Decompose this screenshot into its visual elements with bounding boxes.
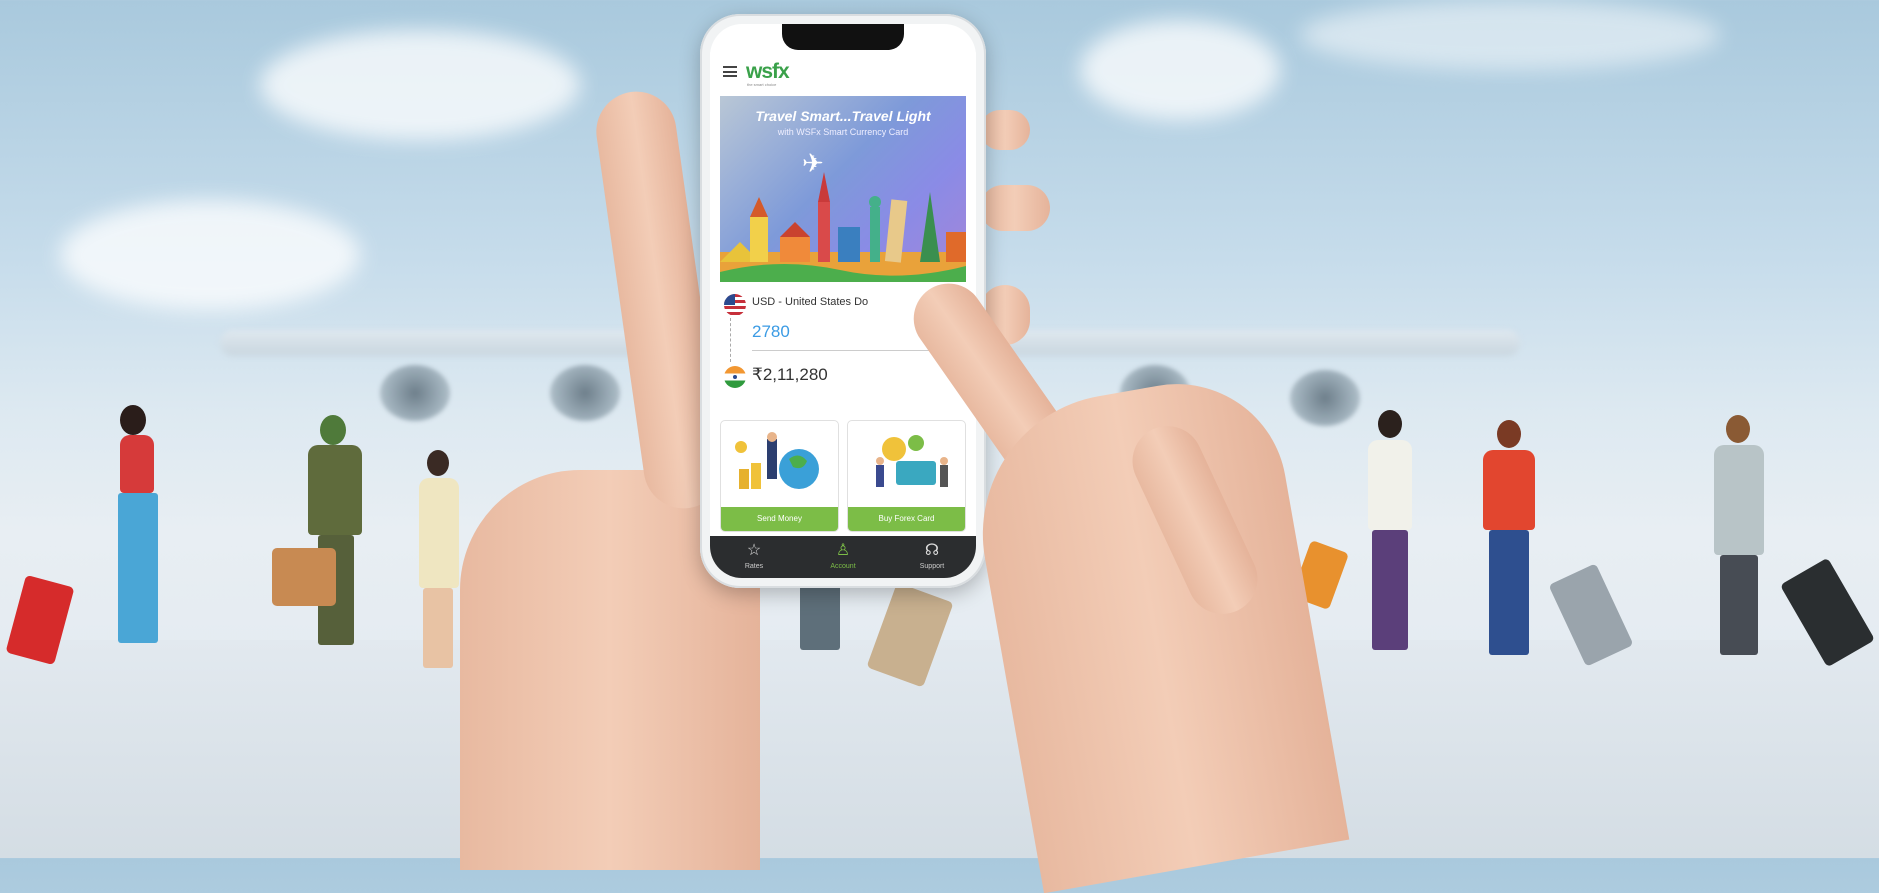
floor bbox=[0, 640, 1879, 858]
to-amount-value: ₹2,11,280 bbox=[752, 365, 828, 384]
banner-title: Travel Smart...Travel Light bbox=[755, 108, 931, 124]
user-icon: ♙ bbox=[835, 542, 851, 559]
nav-support[interactable]: ☊ Support bbox=[888, 536, 976, 578]
traveler-figure bbox=[1700, 415, 1780, 665]
cloud bbox=[1300, 0, 1720, 70]
nav-label: Support bbox=[919, 563, 945, 570]
from-amount-input[interactable]: 2780 bbox=[752, 322, 790, 342]
nav-label: Rates bbox=[744, 563, 764, 570]
send-money-illustration bbox=[735, 432, 819, 489]
bottom-navigation: ☆ Rates ♙ Account ☊ Support bbox=[710, 536, 976, 578]
cloud bbox=[1080, 20, 1280, 120]
nav-rates[interactable]: ☆ Rates bbox=[710, 536, 798, 578]
us-flag-icon bbox=[724, 294, 746, 316]
phone-notch bbox=[782, 24, 904, 50]
hamburger-menu-icon[interactable] bbox=[723, 66, 737, 77]
traveler-figure bbox=[1350, 410, 1430, 660]
buy-forex-illustration bbox=[876, 435, 948, 487]
headset-icon: ☊ bbox=[924, 542, 940, 559]
suitcase bbox=[272, 548, 336, 606]
buy-forex-card[interactable]: Buy Forex Card bbox=[847, 420, 966, 532]
landmarks-skyline-illustration bbox=[720, 172, 966, 282]
cloud bbox=[60, 200, 360, 310]
nav-account[interactable]: ♙ Account bbox=[799, 536, 887, 578]
traveler-figure bbox=[290, 415, 380, 655]
holding-hand-finger bbox=[980, 110, 1030, 150]
nav-label: Account bbox=[830, 563, 856, 570]
airplane-engine bbox=[550, 365, 620, 421]
app-header: wsfx the smart choice bbox=[710, 52, 976, 92]
buy-forex-card-button[interactable]: Buy Forex Card bbox=[848, 507, 965, 531]
logo-tagline: the smart choice bbox=[747, 82, 777, 87]
banner-subtitle: with WSFx Smart Currency Card bbox=[777, 127, 909, 137]
wsfx-logo: wsfx bbox=[746, 60, 790, 83]
star-icon: ☆ bbox=[746, 542, 762, 559]
india-flag-icon bbox=[724, 366, 746, 388]
airplane-engine bbox=[380, 365, 450, 421]
traveler-figure bbox=[790, 580, 850, 650]
connector-line bbox=[730, 318, 732, 362]
service-cards: Send Money Buy Forex Card bbox=[720, 420, 966, 532]
traveler-figure bbox=[1465, 420, 1555, 660]
send-money-card[interactable]: Send Money bbox=[720, 420, 839, 532]
traveler-figure bbox=[90, 405, 190, 665]
holding-hand-finger bbox=[980, 185, 1050, 231]
promo-banner[interactable]: Travel Smart...Travel Light with WSFx Sm… bbox=[720, 96, 966, 282]
from-currency-select[interactable]: USD - United States Do bbox=[752, 296, 868, 308]
send-money-button[interactable]: Send Money bbox=[721, 507, 838, 531]
cloud bbox=[260, 30, 580, 140]
